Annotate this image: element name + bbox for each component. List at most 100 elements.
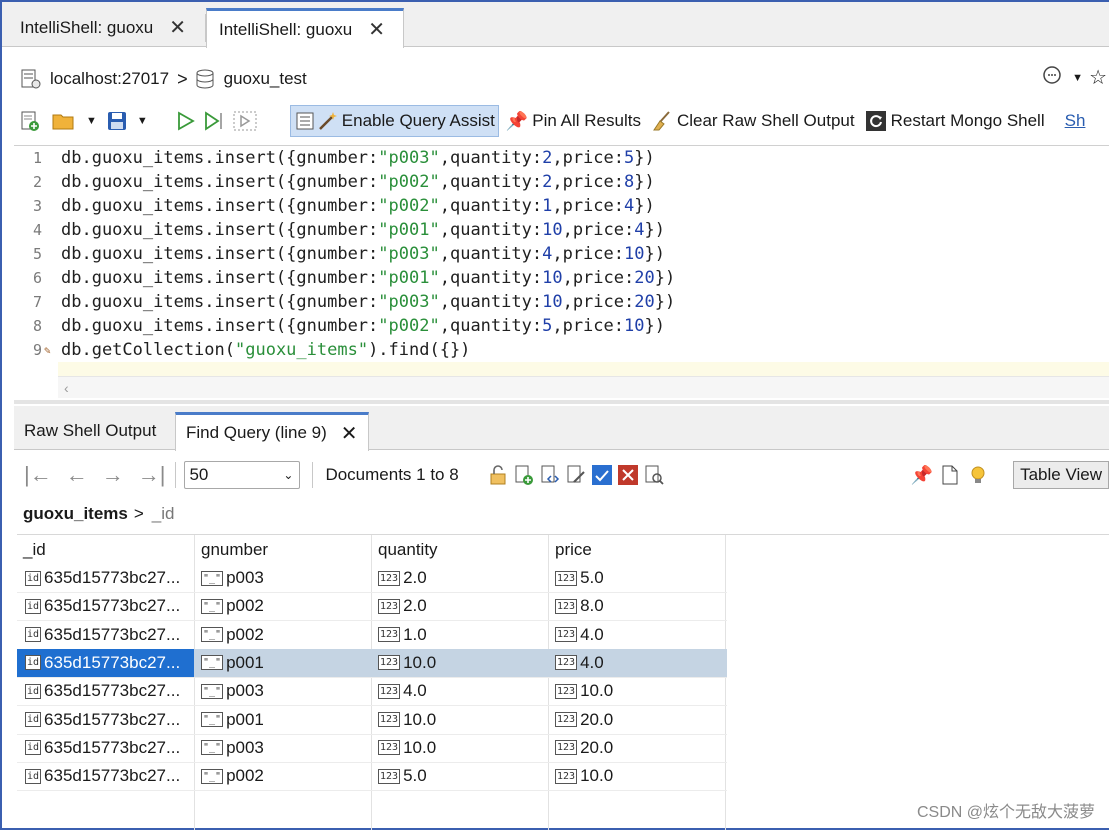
next-page-icon[interactable]: → xyxy=(102,462,124,488)
table-row[interactable]: id 635d15773bc27... "_" p003 123 4.0 123 10.0 xyxy=(17,677,727,705)
edit-document-json-icon[interactable] xyxy=(539,464,561,486)
clear-raw-shell-output-button[interactable]: Clear Raw Shell Output xyxy=(648,105,858,137)
cell-quantity[interactable]: 123 2.0 xyxy=(372,564,548,592)
restart-mongo-shell-button[interactable]: Restart Mongo Shell xyxy=(862,105,1048,137)
table-view-select[interactable]: Table View xyxy=(1013,461,1109,489)
add-document-icon[interactable] xyxy=(513,464,535,486)
cell-quantity[interactable]: 123 5.0 xyxy=(372,762,548,790)
column-header-gnumber[interactable]: gnumber xyxy=(195,535,371,564)
cell-gnumber[interactable]: "_" p001 xyxy=(195,706,371,734)
cell-gnumber[interactable]: "_" p003 xyxy=(195,564,371,592)
price-value: 4 xyxy=(634,220,645,240)
cell-price[interactable]: 123 8.0 xyxy=(549,592,725,620)
overflow-link[interactable]: Sh xyxy=(1062,105,1089,137)
table-row[interactable]: id 635d15773bc27... "_" p002 123 2.0 123 8.0 xyxy=(17,592,727,620)
close-icon[interactable]: ✕ xyxy=(341,421,358,446)
table-row[interactable]: id 635d15773bc27... "_" p002 123 1.0 123 4.0 xyxy=(17,621,727,649)
column-header-price[interactable]: price xyxy=(549,535,725,564)
horizontal-scrollbar[interactable]: ‹ xyxy=(58,376,1109,398)
cell-price[interactable]: 123 20.0 xyxy=(549,706,725,734)
cell-id[interactable]: id 635d15773bc27... xyxy=(17,621,194,649)
cell-gnumber[interactable]: "_" p002 xyxy=(195,621,371,649)
run-selection-button[interactable] xyxy=(230,105,262,137)
cell-gnumber[interactable]: "_" p003 xyxy=(195,677,371,705)
cell-id[interactable]: id 635d15773bc27... xyxy=(17,648,194,677)
chevron-down-icon[interactable]: ▼ xyxy=(1072,72,1083,84)
run-statement-button[interactable] xyxy=(200,105,230,137)
cell-price[interactable]: 123 4.0 xyxy=(549,621,725,649)
cell-gnumber[interactable]: "_" p002 xyxy=(195,592,371,620)
chevron-down-icon[interactable]: ▼ xyxy=(137,115,148,127)
tab-find-query[interactable]: Find Query (line 9) ✕ xyxy=(175,412,369,451)
cell-id[interactable]: id 635d15773bc27... xyxy=(17,706,194,734)
open-folder-button[interactable] xyxy=(48,105,80,137)
close-icon[interactable]: ✕ xyxy=(368,17,385,42)
cell-price[interactable]: 123 5.0 xyxy=(549,564,725,592)
cell-value: 5.0 xyxy=(403,766,427,786)
lightbulb-icon[interactable] xyxy=(967,464,989,486)
cell-id[interactable]: id 635d15773bc27... xyxy=(17,734,194,762)
database-label[interactable]: guoxu_test xyxy=(224,69,307,89)
previous-page-icon[interactable]: ← xyxy=(66,462,88,488)
cell-price[interactable]: 123 4.0 xyxy=(549,649,725,677)
document-icon[interactable] xyxy=(939,464,961,486)
close-icon[interactable]: ✕ xyxy=(169,15,186,40)
cell-gnumber[interactable]: "_" p002 xyxy=(195,762,371,790)
validate-icon[interactable] xyxy=(591,464,613,486)
lock-icon[interactable] xyxy=(487,464,509,486)
table-row[interactable]: id 635d15773bc27... "_" p002 123 5.0 123 10.0 xyxy=(17,762,727,790)
star-icon[interactable]: ☆ xyxy=(1089,65,1107,90)
gnumber-value: p003 xyxy=(388,148,430,168)
cell-quantity[interactable]: 123 10.0 xyxy=(372,706,548,734)
cell-gnumber[interactable]: "_" p003 xyxy=(195,734,371,762)
cell-price[interactable]: 123 10.0 xyxy=(549,762,725,790)
new-script-button[interactable] xyxy=(16,105,44,137)
table-row[interactable]: id 635d15773bc27... "_" p003 123 2.0 123 5.0 xyxy=(17,564,727,592)
code-editor[interactable]: 1 db.guoxu_items.insert({gnumber:"p003",q… xyxy=(14,145,1109,400)
cell-id[interactable]: id 635d15773bc27... xyxy=(17,564,194,592)
delete-document-icon[interactable] xyxy=(617,464,639,486)
cell-gnumber[interactable]: "_" p001 xyxy=(195,649,371,677)
cell-quantity[interactable]: 123 10.0 xyxy=(372,649,548,677)
run-all-button[interactable] xyxy=(172,105,200,137)
table-row[interactable]: id 635d15773bc27... "_" p003 123 10.0 123 20.0 xyxy=(17,734,727,762)
enable-query-assist-button[interactable]: Enable Query Assist xyxy=(289,105,499,137)
cell-quantity[interactable]: 123 4.0 xyxy=(372,677,548,705)
cell-quantity[interactable]: 123 10.0 xyxy=(372,734,548,762)
tab-intellishell-1[interactable]: IntelliShell: guoxu ✕ xyxy=(4,8,205,47)
cell-quantity[interactable]: 123 1.0 xyxy=(372,621,548,649)
field-label[interactable]: _id xyxy=(152,504,175,524)
cell-id[interactable]: id 635d15773bc27... xyxy=(17,592,194,620)
column-header-quantity[interactable]: quantity xyxy=(372,535,548,564)
history-icon[interactable] xyxy=(1040,64,1066,91)
pin-icon[interactable]: 📌 xyxy=(911,465,933,486)
gnumber-value: p001 xyxy=(388,268,430,288)
pin-all-results-button[interactable]: 📌 Pin All Results xyxy=(503,105,644,137)
cell-price[interactable]: 123 20.0 xyxy=(549,734,725,762)
server-icon xyxy=(20,68,42,90)
cell-value: p002 xyxy=(226,596,264,616)
host-label[interactable]: localhost:27017 xyxy=(50,69,169,89)
column-header-id[interactable]: _id xyxy=(17,535,194,564)
first-page-icon[interactable]: |← xyxy=(24,462,52,488)
last-page-icon[interactable]: →| xyxy=(138,462,166,488)
cell-quantity[interactable]: 123 2.0 xyxy=(372,592,548,620)
view-document-icon[interactable] xyxy=(643,464,665,486)
code-token: ,quantity: xyxy=(439,292,543,312)
edit-document-icon[interactable] xyxy=(565,464,587,486)
page-size-select[interactable]: 50 ⌄ xyxy=(184,461,301,489)
cell-value: p003 xyxy=(226,568,264,587)
save-button[interactable] xyxy=(103,105,131,137)
splitter[interactable] xyxy=(14,400,1109,404)
cell-price[interactable]: 123 10.0 xyxy=(549,677,725,705)
cell-id[interactable]: id 635d15773bc27... xyxy=(17,762,194,790)
tab-raw-shell-output[interactable]: Raw Shell Output xyxy=(14,412,166,450)
tab-intellishell-2[interactable]: IntelliShell: guoxu ✕ xyxy=(206,8,404,48)
table-row[interactable]: id 635d15773bc27... "_" p001 123 10.0 123 20.0 xyxy=(17,706,727,734)
table-row[interactable]: id 635d15773bc27... "_" p001 123 10.0 123 4.0 xyxy=(17,648,727,677)
cell-id[interactable]: id 635d15773bc27... xyxy=(17,677,194,705)
collection-label[interactable]: guoxu_items xyxy=(23,504,128,524)
chevron-down-icon[interactable]: ▼ xyxy=(86,115,97,127)
scroll-left-icon[interactable]: ‹ xyxy=(64,380,69,396)
cell-value: p001 xyxy=(226,709,264,729)
